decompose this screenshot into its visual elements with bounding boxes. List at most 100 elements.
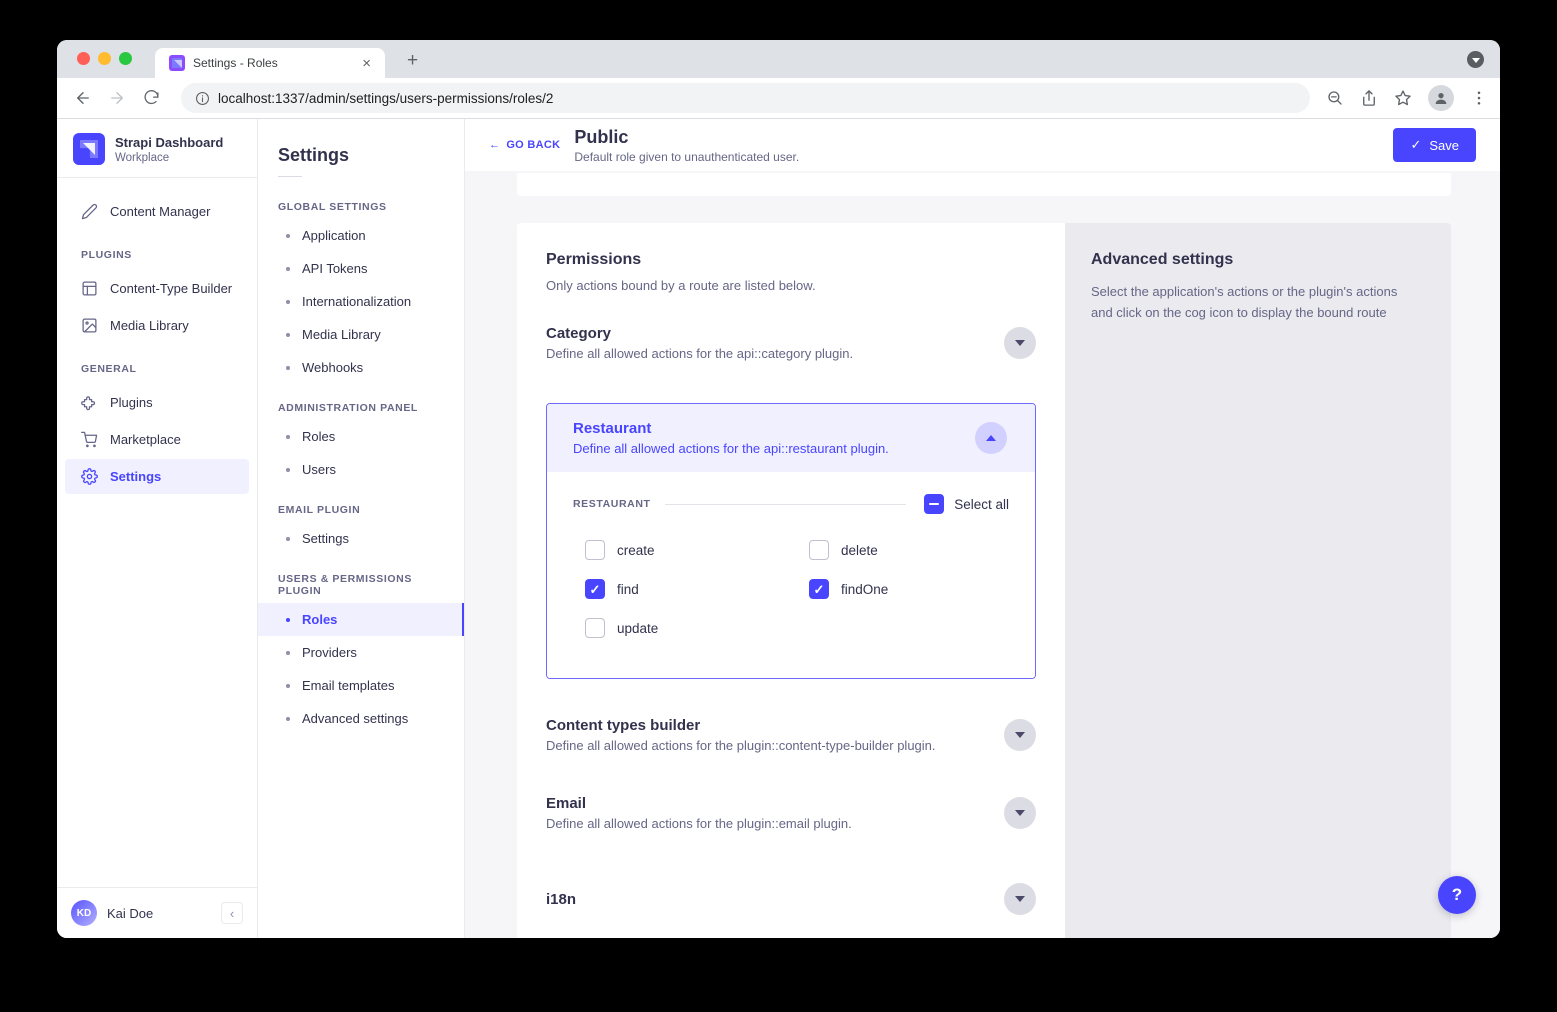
subnav-item-label: Users [302, 462, 336, 477]
share-icon[interactable] [1360, 89, 1378, 107]
back-arrow-icon: ← [489, 139, 500, 151]
sidebar-item-settings[interactable]: Settings [65, 459, 249, 494]
main-sidebar: Strapi Dashboard Workplace Content Manag… [57, 119, 258, 938]
tab-bar: Settings - Roles × + [57, 40, 1500, 78]
permissions-panel: Permissions Only actions bound by a rout… [517, 223, 1065, 938]
accordion-email[interactable]: Email Define all allowed actions for the… [546, 795, 1036, 831]
expand-content-types-builder-button[interactable] [1004, 719, 1036, 751]
subnav-item-label: Email templates [302, 678, 394, 693]
accordion-content-types-builder[interactable]: Content types builder Define all allowed… [546, 717, 1036, 753]
cart-icon [81, 431, 98, 448]
sidebar-item-content-type-builder[interactable]: Content-Type Builder [65, 271, 249, 306]
sidebar-item-marketplace[interactable]: Marketplace [65, 422, 249, 457]
checkbox-label: delete [841, 543, 878, 558]
accordion-description: Define all allowed actions for the plugi… [546, 816, 852, 831]
page-subtitle: Default role given to unauthenticated us… [574, 150, 799, 164]
permission-find: ✓ find [585, 579, 809, 599]
sidebar-item-content-manager[interactable]: Content Manager [65, 194, 249, 229]
accordion-i18n[interactable]: i18n [546, 883, 1036, 915]
subnav-item-admin-roles[interactable]: Roles [258, 420, 464, 453]
subnav-item-application[interactable]: Application [258, 219, 464, 252]
sidebar-section-general: GENERAL [57, 345, 257, 383]
help-button[interactable]: ? [1438, 876, 1476, 914]
page-info-icon[interactable] [195, 91, 210, 106]
user-row: KD Kai Doe ‹ [57, 887, 257, 938]
url-bar[interactable]: localhost:1337/admin/settings/users-perm… [181, 83, 1310, 113]
browser-profile-avatar[interactable] [1428, 85, 1454, 111]
back-button[interactable] [69, 84, 97, 112]
permission-create: ✓ create [585, 540, 809, 560]
tab-close-icon[interactable]: × [358, 55, 375, 72]
tab-title: Settings - Roles [193, 56, 358, 70]
find-checkbox[interactable]: ✓ [585, 579, 605, 599]
forward-button[interactable] [103, 84, 131, 112]
bullet-icon [286, 684, 290, 688]
subnav-item-email-settings[interactable]: Settings [258, 522, 464, 555]
subnav-item-admin-users[interactable]: Users [258, 453, 464, 486]
url-text: localhost:1337/admin/settings/users-perm… [218, 91, 553, 106]
expand-category-button[interactable] [1004, 327, 1036, 359]
save-button[interactable]: ✓ Save [1393, 128, 1476, 162]
back-icon [74, 89, 92, 107]
collapse-sidebar-button[interactable]: ‹ [221, 902, 243, 924]
subnav-item-label: Media Library [302, 327, 381, 342]
delete-checkbox[interactable]: ✓ [809, 540, 829, 560]
question-mark-icon: ? [1452, 885, 1462, 905]
subnav-item-internationalization[interactable]: Internationalization [258, 285, 464, 318]
accordion-description: Define all allowed actions for the api::… [573, 441, 889, 456]
subnav-item-up-roles[interactable]: Roles [258, 603, 464, 636]
subnav-item-label: API Tokens [302, 261, 368, 276]
permissions-card: Permissions Only actions bound by a rout… [517, 223, 1451, 938]
bullet-icon [286, 717, 290, 721]
bookmark-star-icon[interactable] [1394, 89, 1412, 107]
workspace-switcher[interactable]: Strapi Dashboard Workplace [57, 119, 257, 177]
sidebar-item-plugins[interactable]: Plugins [65, 385, 249, 420]
bullet-icon [286, 267, 290, 271]
permission-update: ✓ update [585, 618, 809, 638]
bullet-icon [286, 333, 290, 337]
new-tab-button[interactable]: + [399, 50, 426, 72]
subnav-item-email-templates[interactable]: Email templates [258, 669, 464, 702]
gear-icon [81, 468, 98, 485]
checkbox-label: update [617, 621, 658, 636]
avatar[interactable]: KD [71, 900, 97, 926]
subnav-item-api-tokens[interactable]: API Tokens [258, 252, 464, 285]
role-details-card-bottom [517, 173, 1451, 196]
subnav-item-media-library[interactable]: Media Library [258, 318, 464, 351]
subnav-item-advanced-settings[interactable]: Advanced settings [258, 702, 464, 735]
accordion-category[interactable]: Category Define all allowed actions for … [546, 325, 1036, 361]
fullscreen-window-button[interactable] [119, 52, 132, 65]
subnav-item-providers[interactable]: Providers [258, 636, 464, 669]
update-checkbox[interactable]: ✓ [585, 618, 605, 638]
chevron-down-icon [1015, 896, 1025, 902]
browser-tab[interactable]: Settings - Roles × [155, 48, 385, 78]
select-all-checkbox[interactable] [924, 494, 944, 514]
reload-button[interactable] [137, 84, 165, 112]
accordion-list: Category Define all allowed actions for … [546, 325, 1036, 915]
close-window-button[interactable] [77, 52, 90, 65]
select-all-control: Select all [924, 494, 1009, 514]
check-icon: ✓ [1410, 137, 1421, 153]
save-label: Save [1429, 138, 1459, 153]
collapse-restaurant-button[interactable] [975, 422, 1007, 454]
go-back-link[interactable]: ← GO BACK [489, 139, 560, 151]
zoom-icon[interactable] [1326, 89, 1344, 107]
tab-search-caret-icon [1472, 58, 1480, 63]
minimize-window-button[interactable] [98, 52, 111, 65]
create-checkbox[interactable]: ✓ [585, 540, 605, 560]
sidebar-item-media-library[interactable]: Media Library [65, 308, 249, 343]
select-all-label: Select all [954, 497, 1009, 512]
subnav-item-webhooks[interactable]: Webhooks [258, 351, 464, 384]
tab-search-button[interactable] [1467, 51, 1484, 68]
restaurant-accordion-header[interactable]: Restaurant Define all allowed actions fo… [547, 404, 1035, 472]
expand-email-button[interactable] [1004, 797, 1036, 829]
accordion-title: Category [546, 325, 853, 342]
expand-i18n-button[interactable] [1004, 883, 1036, 915]
subnav-title: Settings [258, 137, 464, 176]
findone-checkbox[interactable]: ✓ [809, 579, 829, 599]
page-title: Public [574, 127, 799, 148]
browser-menu-kebab-icon[interactable] [1470, 89, 1488, 107]
subnav-item-label: Providers [302, 645, 357, 660]
window-controls [77, 52, 132, 65]
person-icon [1433, 90, 1449, 106]
